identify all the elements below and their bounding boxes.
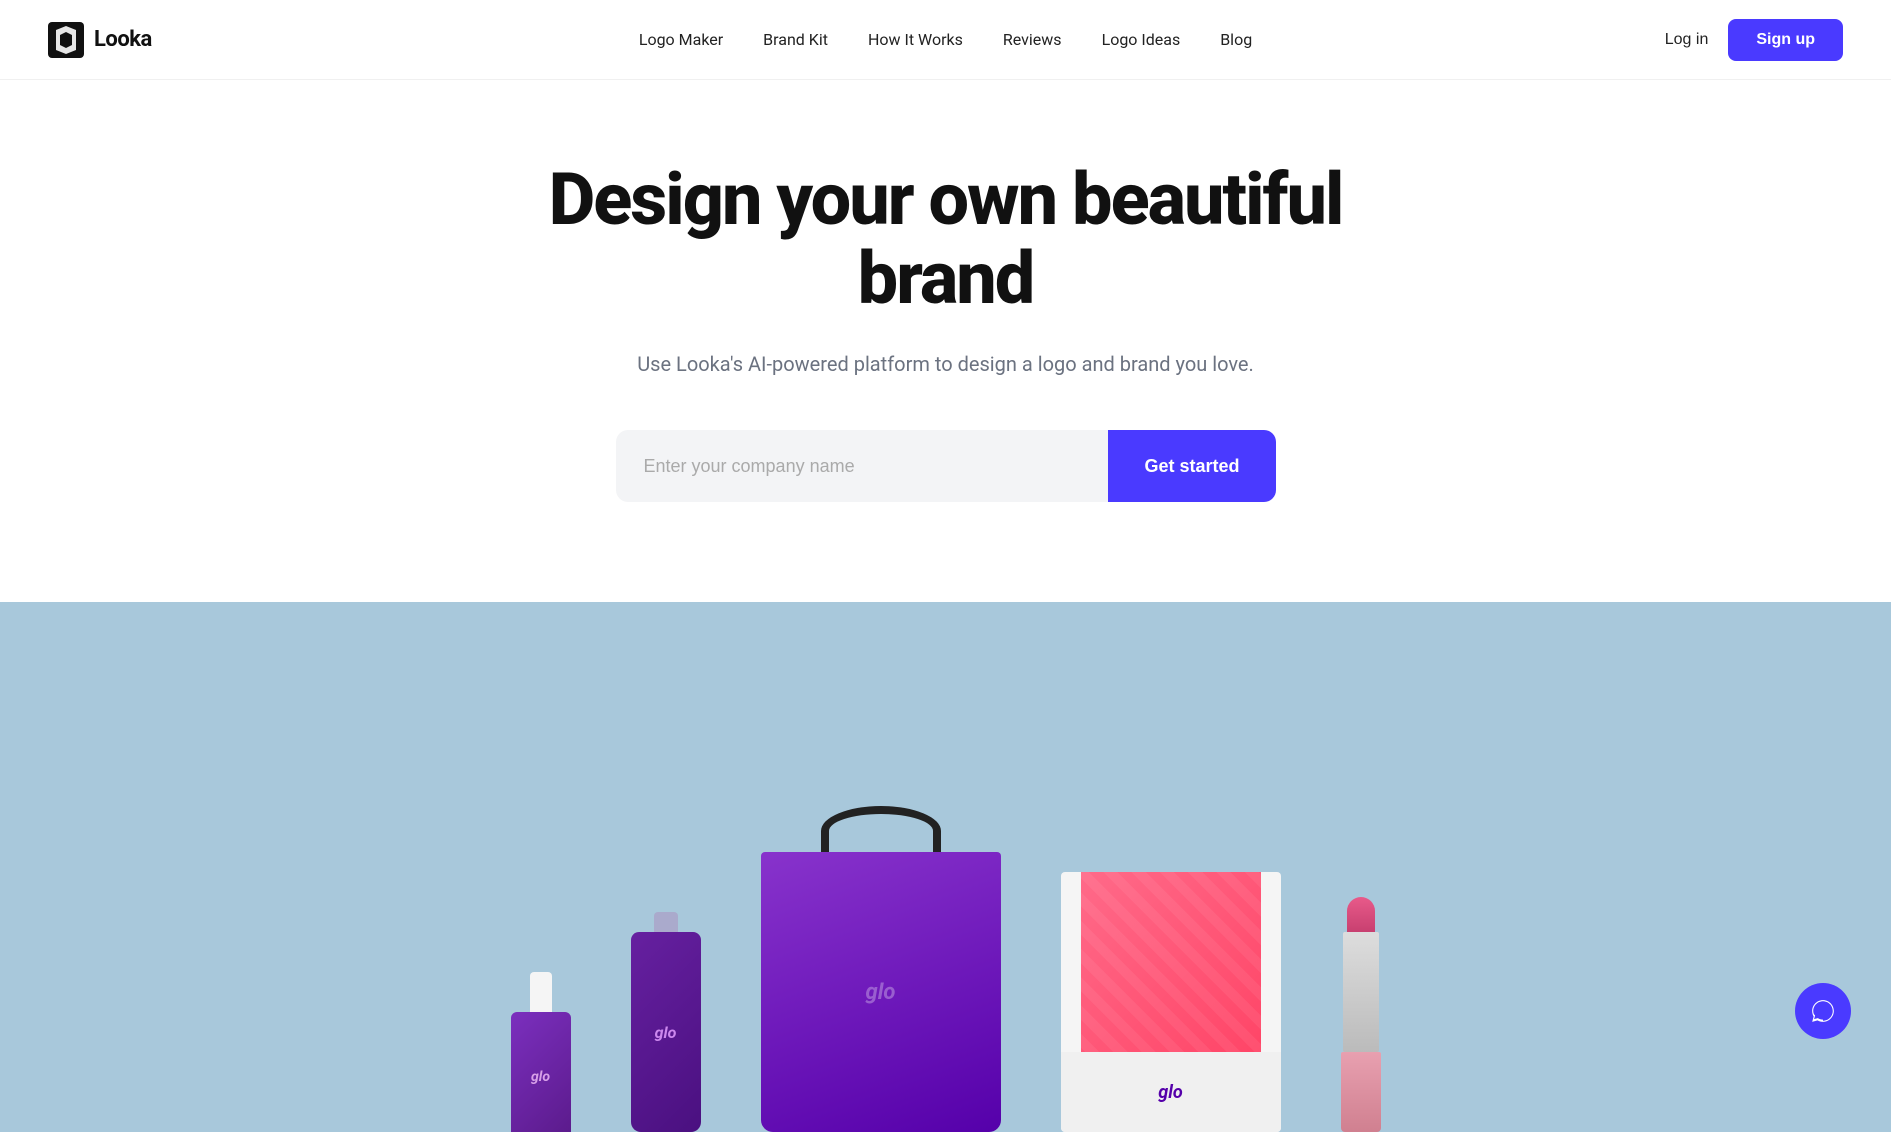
nav-logo-ideas[interactable]: Logo Ideas: [1102, 30, 1181, 49]
nail-polish-cap: [530, 972, 552, 1012]
envelope-card: [1081, 872, 1261, 1062]
nail-polish-item: glo: [511, 972, 571, 1132]
envelope: glo: [1061, 872, 1281, 1132]
navbar-actions: Log in Sign up: [1665, 19, 1843, 61]
hero-title: Design your own beautiful brand: [496, 160, 1396, 318]
bag-logo: glo: [866, 980, 896, 1005]
bag-body: glo: [761, 852, 1001, 1132]
nail-polish-bottle: glo: [511, 1012, 571, 1132]
nav-blog[interactable]: Blog: [1220, 30, 1252, 49]
product-section: glo glo glo glo: [0, 602, 1891, 1132]
shopping-bag-item: glo: [761, 806, 1001, 1132]
envelope-item: glo: [1061, 872, 1281, 1132]
looka-logo-icon: [48, 22, 84, 58]
nav-logo-maker[interactable]: Logo Maker: [639, 30, 723, 49]
water-bottle-cap: [654, 912, 678, 932]
login-button[interactable]: Log in: [1665, 31, 1709, 49]
nav-reviews[interactable]: Reviews: [1003, 30, 1062, 49]
hero-form: Get started: [616, 430, 1276, 502]
main-nav: Logo Maker Brand Kit How It Works Review…: [639, 30, 1252, 49]
lipstick-case: [1341, 1052, 1381, 1132]
navbar: Looka Logo Maker Brand Kit How It Works …: [0, 0, 1891, 80]
nav-how-it-works[interactable]: How It Works: [868, 30, 963, 49]
company-name-input[interactable]: [616, 430, 1109, 502]
bag-handle: [821, 806, 941, 856]
envelope-logo: glo: [1158, 1082, 1182, 1103]
get-started-button[interactable]: Get started: [1108, 430, 1275, 502]
water-bottle-logo: glo: [655, 1023, 677, 1042]
hero-section: Design your own beautiful brand Use Look…: [0, 80, 1891, 602]
hero-subtitle: Use Looka's AI-powered platform to desig…: [637, 348, 1254, 380]
envelope-pattern: [1081, 872, 1261, 1062]
water-bottle-body: glo: [631, 932, 701, 1132]
chat-button[interactable]: [1795, 983, 1851, 1039]
nav-brand-kit[interactable]: Brand Kit: [763, 30, 828, 49]
nail-polish-logo: glo: [531, 1069, 550, 1085]
envelope-bottom: glo: [1061, 1052, 1281, 1132]
water-bottle-item: glo: [631, 912, 701, 1132]
logo[interactable]: Looka: [48, 22, 152, 58]
product-items: glo glo glo glo: [246, 806, 1646, 1132]
signup-button[interactable]: Sign up: [1728, 19, 1843, 61]
chat-icon: [1810, 998, 1836, 1024]
lipstick-body: [1343, 932, 1379, 1052]
lipstick-item: [1341, 897, 1381, 1132]
lipstick-tip: [1347, 897, 1375, 932]
logo-text: Looka: [94, 27, 152, 52]
